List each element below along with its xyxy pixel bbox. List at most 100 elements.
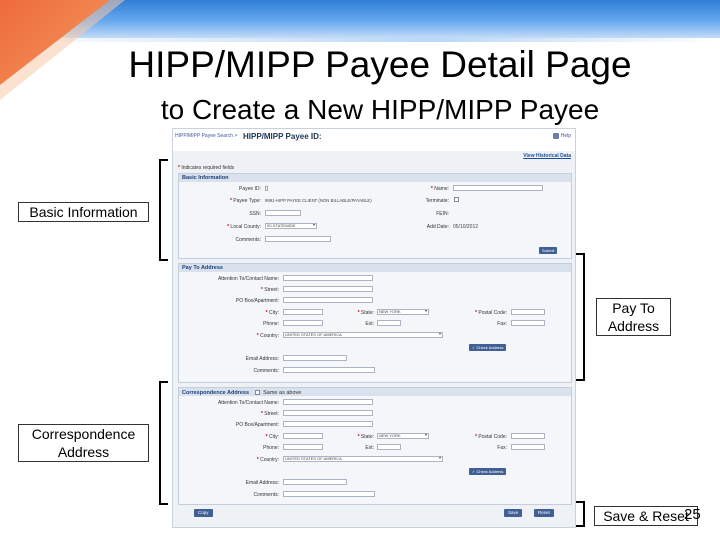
city-label: * City: — [265, 310, 279, 316]
ext-label: Ext: — [365, 445, 374, 451]
terminate-checkbox[interactable] — [454, 197, 459, 202]
basic-information-section: Basic Information Payee ID: [] * Payee T… — [178, 173, 572, 259]
payee-id-value: [] — [265, 186, 268, 192]
email-input[interactable] — [283, 355, 347, 361]
same-as-above-checkbox[interactable] — [254, 390, 260, 395]
name-label: * Name: — [430, 186, 449, 192]
local-county-select[interactable]: 00-STATEWIDE — [265, 223, 317, 229]
terminate-label: Terminate: — [425, 198, 449, 204]
add-date-label: Add Date: — [426, 224, 449, 230]
po-box-label: PO Box/Apartment: — [235, 422, 279, 428]
section-header: Correspondence Address Same as above — [179, 388, 571, 396]
state-label: * State: — [357, 434, 374, 440]
header-banner-fade — [0, 38, 720, 42]
city-input[interactable] — [283, 433, 323, 439]
help-link[interactable]: Help — [561, 133, 571, 139]
save-reset-brace — [576, 501, 585, 527]
ext-input[interactable] — [377, 320, 401, 326]
phone-input[interactable] — [283, 320, 323, 326]
attention-input[interactable] — [283, 275, 373, 281]
copy-button[interactable]: Copy — [194, 509, 213, 517]
attention-label: Attention To/Contact Name: — [217, 276, 279, 282]
country-select[interactable]: UNITED STATES OF AMERICA — [283, 332, 443, 338]
ext-label: Ext: — [365, 321, 374, 327]
attention-label: Attention To/Contact Name: — [217, 400, 279, 406]
name-input[interactable] — [453, 185, 543, 191]
country-select[interactable]: UNITED STATES OF AMERICA — [283, 456, 443, 462]
page-title: HIPP/MIPP Payee ID: — [243, 132, 322, 141]
pay-to-address-section: Pay To Address Attention To/Contact Name… — [178, 263, 572, 383]
check-address-button[interactable]: ✓ Check Address — [469, 468, 507, 475]
callout-pay-to-address: Pay To Address — [596, 298, 671, 336]
callout-save-reset: Save & Reset — [594, 506, 698, 526]
payee-type-value: 9991-HIPP PAYEE CLIENT (NON BILLABLE/PAY… — [265, 198, 372, 203]
fax-input[interactable] — [511, 320, 545, 326]
section-header: Pay To Address — [179, 264, 571, 272]
state-label: * State: — [357, 310, 374, 316]
postal-code-input[interactable] — [511, 433, 545, 439]
breadcrumb[interactable]: HIPP/MIPP Payee Search > — [175, 133, 237, 139]
slide-subtitle: to Create a New HIPP/MIPP Payee — [160, 94, 600, 125]
page-number: 25 — [684, 506, 701, 523]
postal-code-label: * Postal Code: — [475, 310, 507, 316]
country-label: * Country: — [256, 457, 279, 463]
local-county-label: * Local County: — [227, 224, 261, 230]
callout-correspondence-address: Correspondence Address — [18, 424, 149, 462]
phone-label: Phone: — [263, 321, 279, 327]
street-label: * Street: — [260, 287, 279, 293]
fax-label: Fax: — [497, 321, 507, 327]
po-box-label: PO Box/Apartment: — [235, 298, 279, 304]
basic-info-brace — [159, 159, 168, 261]
help-icon[interactable] — [553, 133, 559, 139]
add-date-value: 05/10/2012 — [453, 224, 479, 230]
correspondence-address-section: Correspondence Address Same as above Att… — [178, 387, 572, 505]
screenshot-header: HIPP/MIPP Payee Search > HIPP/MIPP Payee… — [173, 129, 575, 151]
po-box-input[interactable] — [283, 421, 373, 427]
email-input[interactable] — [283, 479, 347, 485]
callout-basic-information: Basic Information — [18, 202, 149, 222]
city-label: * City: — [265, 434, 279, 440]
action-bar: Copy Save Reset — [178, 509, 572, 521]
phone-input[interactable] — [283, 444, 323, 450]
pay-to-brace — [576, 253, 585, 381]
ext-input[interactable] — [377, 444, 401, 450]
comments-input[interactable] — [283, 491, 375, 497]
payee-type-label: * Payee Type: — [229, 198, 261, 204]
payee-detail-screenshot: HIPP/MIPP Payee Search > HIPP/MIPP Payee… — [172, 128, 576, 528]
postal-code-label: * Postal Code: — [475, 434, 507, 440]
country-label: * Country: — [256, 333, 279, 339]
street-label: * Street: — [260, 411, 279, 417]
state-select[interactable]: NEW YORK — [377, 309, 429, 315]
correspondence-brace — [159, 381, 168, 505]
fein-label: FEIN: — [436, 211, 449, 217]
check-address-button[interactable]: ✓ Check Address — [469, 344, 507, 351]
same-as-above-label: Same as above — [263, 390, 302, 396]
state-select[interactable]: NEW YORK — [377, 433, 429, 439]
phone-label: Phone: — [263, 445, 279, 451]
email-label: Email Address: — [245, 480, 279, 486]
email-label: Email Address: — [245, 356, 279, 362]
attention-input[interactable] — [283, 399, 373, 405]
comments-label: Comments: — [235, 237, 261, 243]
city-input[interactable] — [283, 309, 323, 315]
reset-button[interactable]: Reset — [534, 509, 554, 517]
street-input[interactable] — [283, 410, 373, 416]
comments-label: Comments: — [253, 492, 279, 498]
required-note: * Indicates required fields — [178, 165, 235, 171]
view-historical-link[interactable]: View Historical Data — [523, 153, 571, 159]
fax-input[interactable] — [511, 444, 545, 450]
comments-input[interactable] — [265, 236, 331, 242]
ssn-label: SSN: — [249, 211, 261, 217]
ssn-input[interactable] — [265, 210, 301, 216]
payee-id-label: Payee ID: — [239, 186, 261, 192]
street-input[interactable] — [283, 286, 373, 292]
slide-title: HIPP/MIPP Payee Detail Page — [128, 44, 632, 85]
fax-label: Fax: — [497, 445, 507, 451]
save-button[interactable]: Save — [504, 509, 523, 517]
submit-button[interactable]: Submit — [539, 247, 558, 254]
comments-input[interactable] — [283, 367, 375, 373]
postal-code-input[interactable] — [511, 309, 545, 315]
section-header: Basic Information — [179, 174, 571, 182]
comments-label: Comments: — [253, 368, 279, 374]
po-box-input[interactable] — [283, 297, 373, 303]
